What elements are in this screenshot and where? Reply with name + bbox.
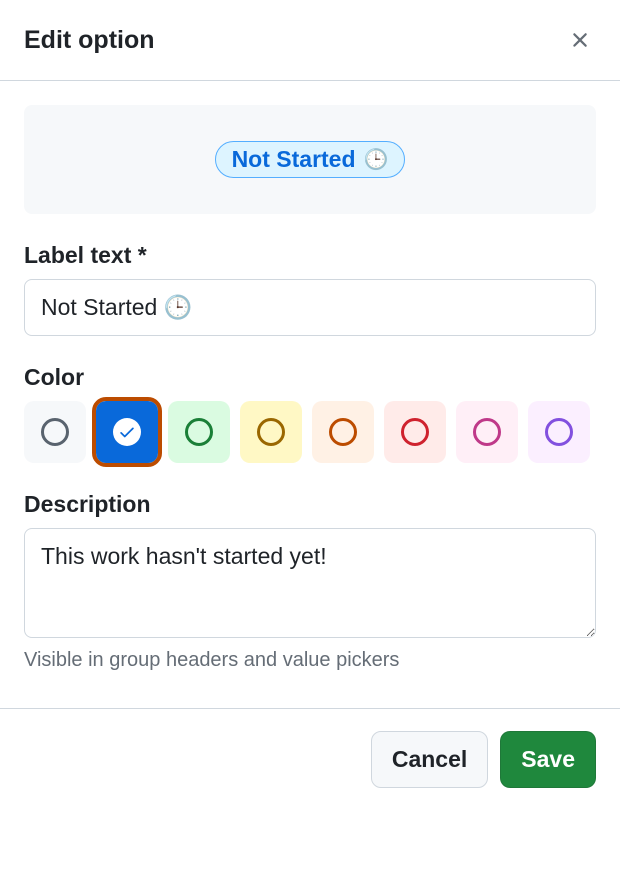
ring-icon <box>401 418 429 446</box>
dialog-footer: Cancel Save <box>0 708 620 810</box>
label-text-label: Label text * <box>24 242 596 269</box>
ring-icon <box>185 418 213 446</box>
cancel-button[interactable]: Cancel <box>371 731 488 788</box>
color-swatch-orange[interactable] <box>312 401 374 463</box>
close-icon <box>568 28 592 52</box>
ring-icon <box>329 418 357 446</box>
color-swatch-gray[interactable] <box>24 401 86 463</box>
description-helper: Visible in group headers and value picke… <box>24 649 596 672</box>
label-text-input[interactable] <box>24 279 596 336</box>
dialog-title: Edit option <box>24 26 155 55</box>
ring-icon <box>545 418 573 446</box>
preview-label: Not Started <box>232 146 356 173</box>
preview-pill: Not Started 🕒 <box>215 141 406 178</box>
clock-icon: 🕒 <box>364 147 389 172</box>
color-swatch-red[interactable] <box>384 401 446 463</box>
close-button[interactable] <box>564 24 596 56</box>
color-swatch-blue[interactable] <box>96 401 158 463</box>
description-input[interactable] <box>24 528 596 638</box>
ring-icon <box>41 418 69 446</box>
description-section: Description Visible in group headers and… <box>24 491 596 672</box>
color-label: Color <box>24 364 596 391</box>
color-swatch-yellow[interactable] <box>240 401 302 463</box>
check-icon <box>113 418 141 446</box>
preview-box: Not Started 🕒 <box>24 105 596 214</box>
color-swatch-purple[interactable] <box>528 401 590 463</box>
color-swatch-green[interactable] <box>168 401 230 463</box>
ring-icon <box>257 418 285 446</box>
color-swatch-pink[interactable] <box>456 401 518 463</box>
description-label: Description <box>24 491 596 518</box>
color-section: Color <box>24 364 596 463</box>
save-button[interactable]: Save <box>500 731 596 788</box>
color-swatches <box>24 401 596 463</box>
ring-icon <box>473 418 501 446</box>
label-text-section: Label text * <box>24 242 596 336</box>
